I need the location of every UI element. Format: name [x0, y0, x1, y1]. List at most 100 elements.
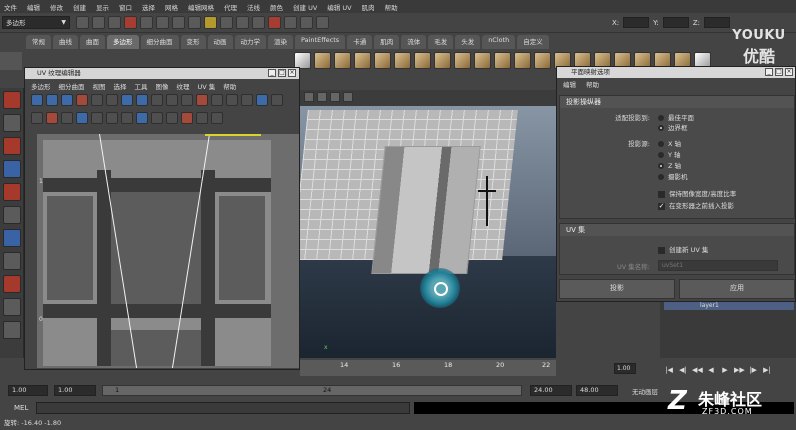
maximize-icon[interactable]: □ [278, 69, 286, 77]
range-slider[interactable]: 1 24 [102, 385, 522, 396]
source-x-radio[interactable]: X 轴 [658, 138, 681, 148]
close-icon[interactable]: × [288, 69, 296, 77]
step-back-key-icon[interactable]: ◀◀ [692, 365, 703, 375]
uv-select-icon[interactable] [31, 94, 43, 106]
apply-button[interactable]: 应用 [679, 279, 795, 299]
close-icon[interactable]: × [785, 68, 793, 76]
sew-uv-icon[interactable] [166, 94, 178, 106]
channel-box-icon[interactable] [316, 16, 329, 29]
anim-layer-label[interactable]: 无动画层 [632, 386, 658, 396]
select-hierarchy-icon[interactable] [124, 16, 137, 29]
filter-icon[interactable] [91, 111, 103, 124]
select-tool-icon[interactable] [3, 91, 21, 109]
time-slider[interactable]: 14 16 18 20 22 [300, 360, 556, 376]
step-forward-icon[interactable]: |▶ [748, 365, 758, 375]
toggle-isolate-icon[interactable] [136, 111, 148, 124]
uv-menu-item[interactable]: 工具 [135, 81, 148, 91]
shelf-tab[interactable]: 肌肉 [374, 35, 400, 49]
camera-icon[interactable] [304, 92, 314, 102]
shelf-tab[interactable]: 头发 [455, 35, 481, 49]
uvset-name-field[interactable]: uvSet1 [658, 260, 778, 271]
dim-image-icon[interactable] [46, 111, 58, 124]
extrude-icon[interactable] [474, 52, 491, 69]
menu-item[interactable]: 颜色 [270, 2, 283, 12]
select-component-icon[interactable] [156, 16, 169, 29]
layout-single-icon[interactable] [3, 229, 21, 247]
extract-icon[interactable] [434, 52, 451, 69]
add-isolate-icon[interactable] [151, 111, 163, 124]
go-to-start-icon[interactable]: |◀ [664, 365, 674, 375]
shelf-tab[interactable]: 曲线 [53, 35, 78, 49]
layout-uv-icon[interactable] [196, 94, 208, 106]
shelf-tab[interactable]: PaintEffects [295, 35, 346, 49]
layout-hypershade-icon[interactable] [3, 321, 21, 339]
snap-curve-icon[interactable] [188, 16, 201, 29]
section-title[interactable]: UV 集 [560, 224, 794, 236]
frame-all-icon[interactable] [106, 111, 118, 124]
polygon-cylinder-icon[interactable] [334, 52, 351, 69]
shelf-tab[interactable]: 动力学 [234, 35, 266, 49]
shelf-tab[interactable]: 渲染 [268, 35, 293, 49]
wireframe-icon[interactable] [317, 92, 327, 102]
render-settings-icon[interactable] [284, 16, 297, 29]
shelf-tab[interactable]: 多边形 [107, 35, 139, 49]
shelf-tab[interactable]: 细分曲面 [140, 35, 179, 49]
shaded-icon[interactable] [330, 92, 340, 102]
unfold-icon[interactable] [181, 94, 193, 106]
z-field[interactable] [704, 17, 731, 28]
scale-tool-icon[interactable] [3, 183, 21, 201]
uv-menu-item[interactable]: 多边形 [31, 81, 51, 91]
play-back-icon[interactable]: ◀ [706, 365, 716, 375]
menu-item[interactable]: 编辑 UV [327, 2, 351, 12]
snap-point-icon[interactable] [204, 16, 217, 29]
minimize-icon[interactable]: _ [268, 69, 276, 77]
shelf-tab[interactable]: 变形 [180, 35, 206, 49]
rotate-tool-icon[interactable] [3, 160, 21, 178]
uv-menu-item[interactable]: 纹理 [177, 81, 190, 91]
project-button[interactable]: 投影 [559, 279, 675, 299]
save-scene-icon[interactable] [108, 16, 121, 29]
shelf-tab[interactable]: 曲面 [80, 35, 105, 49]
frame-selection-icon[interactable] [121, 111, 133, 124]
shelf-tab[interactable]: 毛发 [428, 35, 454, 49]
uv-menu-item[interactable]: 选择 [114, 81, 127, 91]
uv-move-icon[interactable] [46, 94, 58, 106]
align-min-u-icon[interactable] [211, 94, 223, 106]
options-titlebar[interactable]: 平面映射选项 _ □ × [557, 67, 795, 78]
tile-icon[interactable] [196, 111, 208, 124]
uv-scale-icon[interactable] [76, 94, 88, 106]
polygon-cube-icon[interactable] [314, 52, 331, 69]
cut-uv-icon[interactable] [151, 94, 163, 106]
open-scene-icon[interactable] [92, 16, 105, 29]
uv-rotate-icon[interactable] [61, 94, 73, 106]
mel-label[interactable]: MEL [14, 404, 28, 412]
menu-edit[interactable]: 编辑 [563, 79, 576, 89]
menu-item[interactable]: 选择 [142, 2, 155, 12]
step-forward-key-icon[interactable]: ▶▶ [734, 365, 745, 375]
end-time-field[interactable]: 48.00 [576, 385, 618, 396]
y-field[interactable] [662, 17, 689, 28]
shelf-tab[interactable]: 动画 [207, 35, 233, 49]
x-field[interactable] [623, 17, 650, 28]
ipr-render-icon[interactable] [268, 16, 281, 29]
menu-item[interactable]: 帮助 [385, 2, 398, 12]
layout-four-icon[interactable] [3, 252, 21, 270]
playback-end-field[interactable]: 24.00 [530, 385, 572, 396]
shelf-menu-button[interactable] [0, 52, 22, 70]
uv-canvas[interactable]: 1 0.5 [37, 134, 299, 368]
go-to-end-icon[interactable]: ▶| [762, 365, 772, 375]
polygon-cone-icon[interactable] [354, 52, 371, 69]
source-y-radio[interactable]: Y 轴 [658, 149, 681, 159]
shelf-tab[interactable]: 流体 [401, 35, 427, 49]
rotate-ccw-icon[interactable] [136, 94, 148, 106]
shelf-tab[interactable]: 自定义 [517, 35, 549, 49]
manipulator-tool-icon[interactable] [3, 206, 21, 224]
input-line-icon[interactable] [300, 16, 313, 29]
menu-item[interactable]: 网格 [165, 2, 178, 12]
shelf-tab[interactable]: 常规 [26, 35, 51, 49]
select-object-icon[interactable] [140, 16, 153, 29]
snap-view-plane-icon[interactable] [220, 16, 233, 29]
maximize-icon[interactable]: □ [775, 68, 783, 76]
bridge-icon[interactable] [494, 52, 511, 69]
new-scene-icon[interactable] [76, 16, 89, 29]
